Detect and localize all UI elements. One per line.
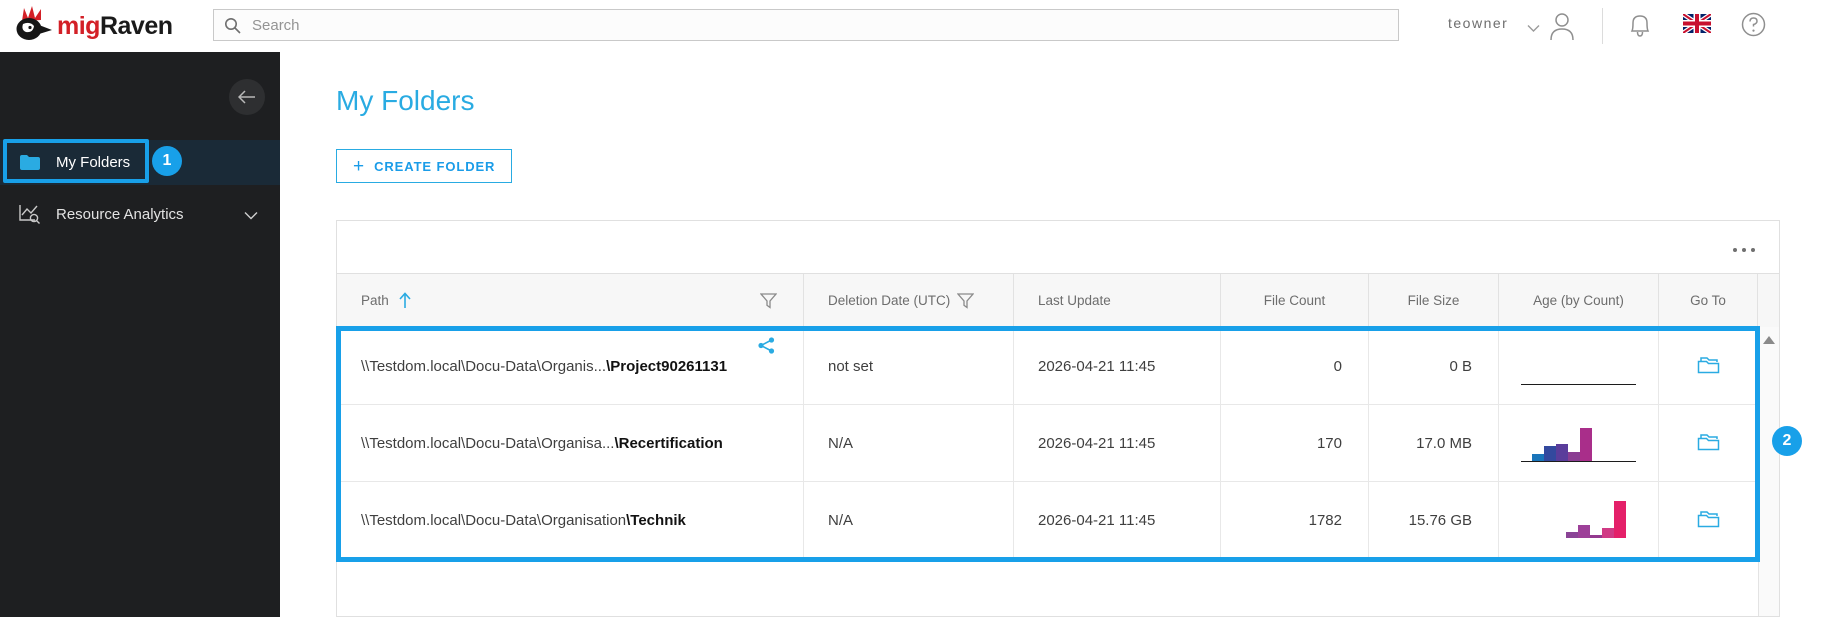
chevron-down-icon[interactable] <box>244 207 258 225</box>
column-header-path[interactable]: Path <box>337 274 804 327</box>
age-bar-chart <box>1521 497 1636 543</box>
topbar-divider <box>1602 8 1603 44</box>
column-header-deletion-date[interactable]: Deletion Date (UTC) <box>804 274 1014 327</box>
raven-logo-icon <box>12 5 52 48</box>
column-header-last-update[interactable]: Last Update <box>1014 274 1221 327</box>
age-bar-chart <box>1521 343 1636 389</box>
age-chart-cell <box>1499 405 1659 481</box>
share-icon[interactable] <box>758 337 775 358</box>
deletion-date-cell: N/A <box>804 405 1014 481</box>
sidebar: My Folders Resource Analytics <box>0 52 280 617</box>
last-update-cell: 2026-04-21 11:45 <box>1014 328 1221 404</box>
vertical-scrollbar[interactable] <box>1758 327 1779 616</box>
last-update-cell: 2026-04-21 11:45 <box>1014 482 1221 558</box>
file-size-cell: 0 B <box>1369 328 1499 404</box>
path-text: \\Testdom.local\Docu-Data\Organisation\T… <box>361 511 686 529</box>
table-row[interactable]: \\Testdom.local\Docu-Data\Organisa...\Re… <box>337 405 1779 482</box>
file-count-cell: 0 <box>1221 328 1369 404</box>
search-icon <box>225 17 241 34</box>
table-body: \\Testdom.local\Docu-Data\Organis...\Pro… <box>337 328 1779 559</box>
scroll-up-arrow-icon[interactable] <box>1763 336 1775 344</box>
sidebar-item-label: Resource Analytics <box>56 205 184 223</box>
path-cell: \\Testdom.local\Docu-Data\Organisation\T… <box>337 482 804 558</box>
goto-folder-icon[interactable] <box>1697 432 1720 455</box>
table-row[interactable]: \\Testdom.local\Docu-Data\Organis...\Pro… <box>337 328 1779 405</box>
header-scrollbar-spacer <box>1758 274 1779 327</box>
path-cell: \\Testdom.local\Docu-Data\Organisa...\Re… <box>337 405 804 481</box>
annotation-step-1-badge: 1 <box>152 146 182 176</box>
sidebar-item-resource-analytics[interactable]: Resource Analytics <box>0 194 280 234</box>
language-flag-uk-icon[interactable] <box>1681 12 1713 38</box>
more-options-icon[interactable] <box>1729 244 1759 256</box>
file-size-cell: 15.76 GB <box>1369 482 1499 558</box>
goto-cell <box>1659 328 1758 404</box>
column-header-goto[interactable]: Go To <box>1659 274 1758 327</box>
age-chart-cell <box>1499 328 1659 404</box>
sidebar-item-label: My Folders <box>56 154 131 171</box>
arrow-left-icon <box>238 90 255 104</box>
top-bar: migRaven teowner <box>0 0 1833 52</box>
sort-ascending-icon[interactable] <box>398 292 412 309</box>
goto-cell <box>1659 405 1758 481</box>
age-bar-chart <box>1521 420 1636 466</box>
column-header-age[interactable]: Age (by Count) <box>1499 274 1659 327</box>
user-menu-name[interactable]: teowner <box>1448 15 1508 31</box>
app-logo[interactable]: migRaven <box>12 5 173 48</box>
sidebar-item-my-folders[interactable]: My Folders <box>0 140 280 185</box>
global-search <box>213 9 1399 41</box>
create-folder-button[interactable]: + CREATE FOLDER <box>336 149 513 183</box>
search-input[interactable] <box>250 15 1388 35</box>
goto-folder-icon[interactable] <box>1697 355 1720 378</box>
sidebar-collapse-button[interactable] <box>229 79 265 115</box>
user-avatar-icon[interactable] <box>1548 11 1576 46</box>
file-size-cell: 17.0 MB <box>1369 405 1499 481</box>
deletion-date-cell: N/A <box>804 482 1014 558</box>
deletion-date-cell: not set <box>804 328 1014 404</box>
age-chart-cell <box>1499 482 1659 558</box>
plus-icon: + <box>353 155 365 177</box>
goto-cell <box>1659 482 1758 558</box>
file-count-cell: 1782 <box>1221 482 1369 558</box>
folders-table: Path Deletion Date (UTC) Last Update Fil… <box>336 220 1780 617</box>
help-icon[interactable] <box>1741 12 1766 42</box>
table-toolbar <box>337 221 1779 273</box>
analytics-chart-icon <box>18 204 42 224</box>
file-count-cell: 170 <box>1221 405 1369 481</box>
column-header-file-count[interactable]: File Count <box>1221 274 1369 327</box>
path-text: \\Testdom.local\Docu-Data\Organis...\Pro… <box>361 357 728 375</box>
filter-icon[interactable] <box>759 293 778 312</box>
notifications-bell-icon[interactable] <box>1628 11 1652 44</box>
page-title: My Folders <box>336 85 475 116</box>
column-header-file-size[interactable]: File Size <box>1369 274 1499 327</box>
folder-icon <box>18 154 42 171</box>
create-folder-label: CREATE FOLDER <box>374 158 496 174</box>
brand-text: migRaven <box>57 11 173 40</box>
annotation-step-2-badge: 2 <box>1772 426 1802 456</box>
user-chevron-down-icon[interactable] <box>1527 20 1540 38</box>
table-row[interactable]: \\Testdom.local\Docu-Data\Organisation\T… <box>337 482 1779 559</box>
filter-icon[interactable] <box>957 292 975 309</box>
last-update-cell: 2026-04-21 11:45 <box>1014 405 1221 481</box>
path-text: \\Testdom.local\Docu-Data\Organisa...\Re… <box>361 434 723 452</box>
path-cell: \\Testdom.local\Docu-Data\Organis...\Pro… <box>337 328 804 404</box>
goto-folder-icon[interactable] <box>1697 509 1720 532</box>
table-header-row: Path Deletion Date (UTC) Last Update Fil… <box>337 273 1779 328</box>
